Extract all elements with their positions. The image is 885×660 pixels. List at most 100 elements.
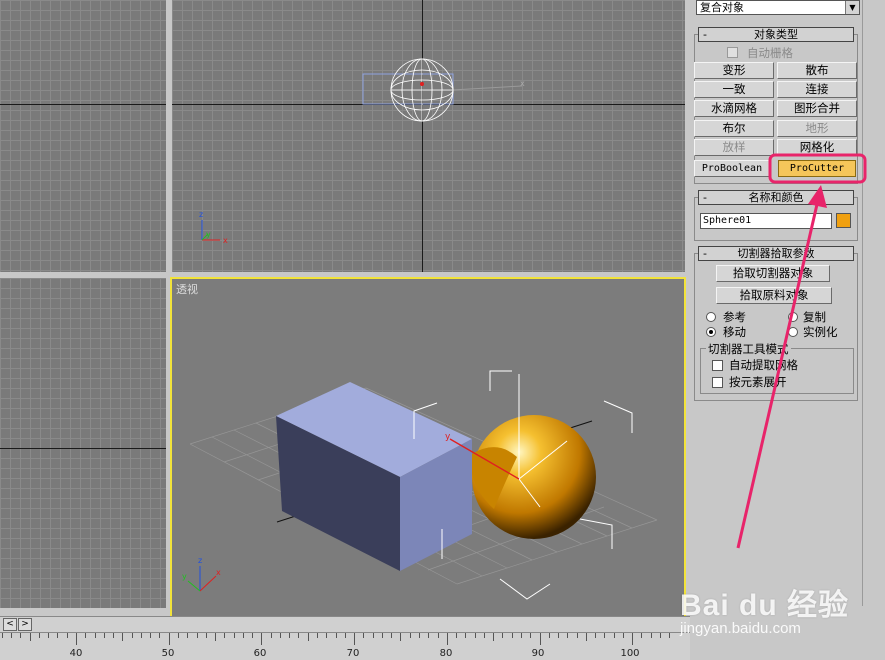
ruler-tick	[242, 633, 244, 638]
connect-button[interactable]: 连接	[777, 81, 857, 98]
auto-extract-mesh-label: 自动提取网格	[729, 358, 798, 372]
panel-scrollbar[interactable]	[862, 0, 885, 606]
viewport-left[interactable]	[0, 278, 166, 608]
ruler-tick	[94, 633, 96, 638]
svg-text:z: z	[198, 556, 202, 565]
ruler-tick	[456, 633, 458, 638]
ruler-tick	[140, 633, 142, 638]
object-name-field[interactable]: Sphere01	[700, 213, 832, 229]
ruler-tick	[493, 633, 495, 641]
ruler-tick	[205, 633, 207, 638]
ruler-tick	[233, 633, 235, 638]
ruler-tick	[660, 633, 661, 638]
ruler-tick	[548, 633, 550, 638]
time-prev-button[interactable]: <	[3, 618, 17, 631]
ruler-tick	[1, 633, 3, 638]
chevron-down-icon[interactable]: ▼	[845, 1, 859, 14]
morph-button[interactable]: 变形	[694, 62, 774, 79]
radio-move[interactable]	[706, 327, 716, 337]
ruler-tick	[595, 633, 597, 638]
ruler-tick	[363, 633, 365, 638]
track-ruler[interactable]: 40 50 60 70 80 90 100	[0, 632, 690, 660]
blobmesh-button[interactable]: 水滴网格	[694, 100, 774, 117]
svg-text:y: y	[206, 230, 211, 239]
ruler-tick	[113, 633, 115, 638]
auto-grid-checkbox[interactable]	[727, 47, 738, 58]
time-slider[interactable]: < >	[0, 616, 690, 632]
category-dropdown[interactable]: 复合对象 ▼	[696, 0, 860, 15]
ruler-tick	[641, 633, 643, 638]
time-next-button[interactable]: >	[18, 618, 32, 631]
ruler-tick	[252, 633, 254, 638]
collapse-icon: -	[703, 191, 707, 204]
auto-extract-mesh-checkbox[interactable]	[712, 360, 723, 371]
ruler-label-100: 100	[620, 648, 640, 659]
box-object	[276, 382, 472, 571]
rollout-object-type-header[interactable]: - 对象类型	[698, 27, 854, 42]
rollout-name-color-header[interactable]: - 名称和颜色	[698, 190, 854, 205]
scatter-button[interactable]: 散布	[777, 62, 857, 79]
boolean-button[interactable]: 布尔	[694, 120, 774, 137]
radio-move-label: 移动	[723, 325, 746, 339]
ruler-tick	[196, 633, 198, 638]
ruler-tick	[650, 633, 652, 638]
svg-text:x: x	[223, 236, 228, 245]
ruler-tick	[585, 633, 587, 641]
ruler-tick	[372, 633, 374, 638]
ruler-tick	[613, 633, 615, 638]
ruler-tick	[261, 633, 263, 645]
axis-tripod-top: z x y	[199, 210, 228, 245]
ruler-label-70: 70	[346, 648, 360, 659]
ruler-tick	[103, 633, 105, 638]
mesher-button[interactable]: 网格化	[777, 139, 857, 156]
ruler-tick	[29, 633, 31, 641]
rollout-cutter-pick-header[interactable]: - 切割器拾取参数	[698, 246, 854, 261]
radio-copy-label: 复制	[803, 310, 826, 324]
radio-copy[interactable]	[788, 312, 798, 322]
ruler-label-40: 40	[69, 648, 83, 659]
viewport-top-right[interactable]: x z x y	[172, 0, 685, 272]
command-panel: 复合对象 ▼ - 对象类型 自动栅格 变形 散布 一致 连接 水滴网格 图形合并…	[690, 0, 862, 606]
ruler-tick	[224, 633, 226, 638]
ruler-tick	[335, 633, 337, 638]
ruler-tick	[474, 633, 476, 638]
ruler-tick	[428, 633, 430, 638]
ruler-tick	[270, 633, 272, 638]
explode-by-element-checkbox[interactable]	[712, 377, 723, 388]
ruler-tick	[177, 633, 179, 638]
ruler-tick	[622, 633, 624, 638]
proboolean-button[interactable]: ProBoolean	[694, 160, 770, 177]
ruler-tick	[326, 633, 328, 638]
auto-grid-label: 自动栅格	[747, 46, 793, 60]
ruler-label-80: 80	[439, 648, 453, 659]
watermark-url: jingyan.baidu.com	[680, 620, 801, 637]
radio-reference[interactable]	[706, 312, 716, 322]
terrain-button[interactable]: 地形	[777, 120, 857, 137]
conform-button[interactable]: 一致	[694, 81, 774, 98]
loft-button[interactable]: 放样	[694, 139, 774, 156]
ruler-tick	[576, 633, 578, 638]
object-color-swatch[interactable]	[836, 213, 851, 228]
pick-stock-button[interactable]: 拾取原料对象	[716, 287, 832, 304]
ruler-tick	[168, 633, 170, 645]
pick-cutter-button[interactable]: 拾取切割器对象	[716, 265, 830, 282]
collapse-icon: -	[703, 28, 707, 41]
ruler-tick	[558, 633, 560, 638]
viewport-front[interactable]	[0, 0, 166, 272]
shapemerge-button[interactable]: 图形合并	[777, 100, 857, 117]
ruler-tick	[215, 633, 217, 641]
ruler-tick	[122, 633, 124, 641]
radio-instance[interactable]	[788, 327, 798, 337]
procutter-button[interactable]: ProCutter	[778, 160, 856, 177]
ruler-tick	[48, 633, 50, 638]
ruler-label-60: 60	[253, 648, 267, 659]
ruler-tick	[57, 633, 59, 638]
ruler-tick	[567, 633, 569, 638]
ruler-tick	[483, 633, 485, 638]
cutter-tool-mode-title: 切割器工具模式	[706, 341, 791, 357]
ruler-tick	[409, 633, 411, 638]
ruler-tick	[437, 633, 439, 638]
viewport-perspective[interactable]: 透视 y z x y	[170, 277, 686, 618]
rollout-title: 切割器拾取参数	[737, 247, 815, 260]
rollout-title: 名称和颜色	[748, 191, 804, 204]
